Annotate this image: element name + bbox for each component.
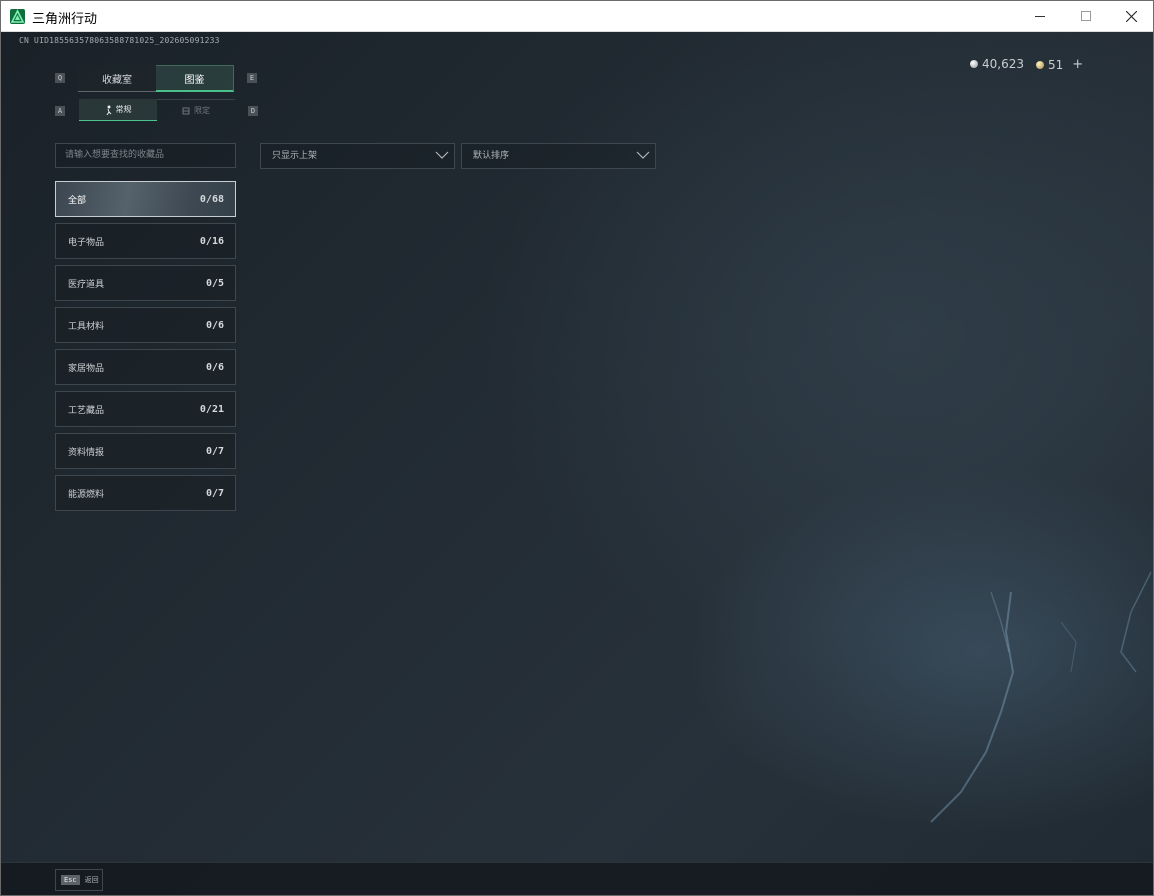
category-count: 0/6 <box>205 361 224 373</box>
key-hint-q: Q <box>55 73 65 83</box>
chevron-down-icon <box>636 151 650 159</box>
subtab-limited-label: 限定 <box>194 106 210 115</box>
key-hint-d: D <box>248 106 258 116</box>
minimize-button[interactable] <box>1017 1 1063 31</box>
category-electronics[interactable]: 电子物品 0/16 <box>55 223 236 259</box>
category-crafts[interactable]: 工艺藏品 0/21 <box>55 391 236 427</box>
category-label: 工具材料 <box>68 321 105 332</box>
category-energy[interactable]: 能源燃料 0/7 <box>55 475 236 511</box>
minimize-icon <box>1035 16 1045 17</box>
category-count: 0/7 <box>205 487 224 499</box>
person-icon <box>106 105 111 115</box>
maximize-icon <box>1081 11 1091 21</box>
game-viewport: CN UID18556357806358878​1025_20260509123… <box>1 32 1153 895</box>
chevron-down-icon <box>435 151 449 159</box>
category-label: 医疗道具 <box>68 279 105 290</box>
category-count: 0/7 <box>205 445 224 457</box>
key-hint-e: E <box>247 73 257 83</box>
back-button[interactable]: Esc 返回 <box>55 869 103 891</box>
category-label: 能源燃料 <box>68 489 105 500</box>
add-currency-button[interactable]: + <box>1072 57 1083 72</box>
key-hint-a: A <box>55 106 65 116</box>
player-uid: CN UID18556357806358878​1025_20260509123… <box>19 36 220 45</box>
limited-icon <box>182 107 190 114</box>
gold-amount: 51 <box>1048 57 1064 72</box>
sort-value: 默认排序 <box>473 151 510 161</box>
esc-key-hint: Esc <box>61 875 80 885</box>
search-input[interactable]: 请输入想要查找的收藏品 <box>55 143 236 168</box>
silver-coin-icon <box>970 60 978 68</box>
category-count: 0/6 <box>205 319 224 331</box>
gold-coin-icon <box>1036 60 1044 69</box>
maximize-button[interactable] <box>1063 1 1109 31</box>
subtab-limited[interactable]: 限定 <box>157 99 235 121</box>
tab-collection-room[interactable]: 收藏室 <box>78 65 156 92</box>
category-intel[interactable]: 资料情报 0/7 <box>55 433 236 469</box>
category-count: 0/21 <box>199 403 224 415</box>
category-count: 0/68 <box>199 193 224 205</box>
back-label: 返回 <box>84 876 99 884</box>
app-logo-icon <box>10 9 25 24</box>
category-count: 0/5 <box>205 277 224 289</box>
category-label: 电子物品 <box>68 237 105 248</box>
title-bar[interactable]: 三角洲行动 <box>1 1 1153 32</box>
close-button[interactable] <box>1108 1 1153 31</box>
close-icon <box>1125 10 1137 22</box>
category-label: 工艺藏品 <box>68 405 105 416</box>
category-label: 全部 <box>68 195 87 206</box>
gold-currency: 51 + <box>1036 57 1083 72</box>
category-tools[interactable]: 工具材料 0/6 <box>55 307 236 343</box>
sort-dropdown[interactable]: 默认排序 <box>461 143 656 169</box>
tab-atlas[interactable]: 图鉴 <box>156 65 234 92</box>
window-title: 三角洲行动 <box>32 12 98 27</box>
category-all[interactable]: 全部 0/68 <box>55 181 236 217</box>
silver-currency: 40,623 <box>970 57 1024 71</box>
shelf-filter-dropdown[interactable]: 只显示上架 <box>260 143 455 169</box>
subtab-normal[interactable]: 常规 <box>79 99 157 121</box>
category-label: 家居物品 <box>68 363 105 374</box>
subtab-normal-label: 常规 <box>115 105 132 114</box>
app-window: 三角洲行动 CN UID18556357806358878​1025_20260… <box>0 0 1154 896</box>
category-label: 资料情报 <box>68 447 105 458</box>
bottom-bar: Esc 返回 <box>1 862 1153 895</box>
silver-amount: 40,623 <box>982 57 1024 71</box>
category-household[interactable]: 家居物品 0/6 <box>55 349 236 385</box>
category-medical[interactable]: 医疗道具 0/5 <box>55 265 236 301</box>
category-count: 0/16 <box>199 235 224 247</box>
shelf-filter-value: 只显示上架 <box>272 151 318 161</box>
